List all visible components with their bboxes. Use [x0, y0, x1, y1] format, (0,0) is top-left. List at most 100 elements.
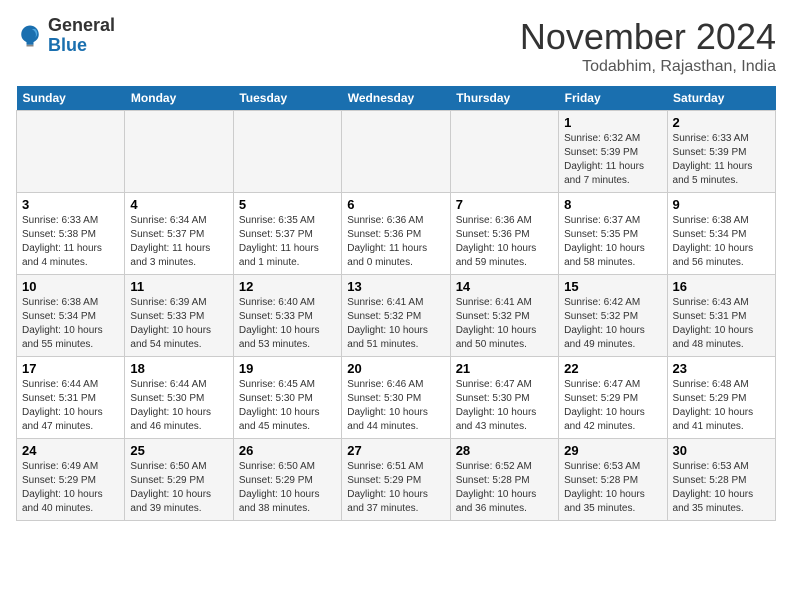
- day-info: Sunrise: 6:33 AMSunset: 5:38 PMDaylight:…: [22, 214, 119, 270]
- day-info: Sunrise: 6:38 AMSunset: 5:34 PMDaylight:…: [673, 214, 770, 270]
- day-number: 26: [239, 443, 336, 458]
- day-number: 8: [564, 197, 661, 212]
- day-info: Sunrise: 6:50 AMSunset: 5:29 PMDaylight:…: [239, 460, 336, 516]
- day-info: Sunrise: 6:40 AMSunset: 5:33 PMDaylight:…: [239, 296, 336, 352]
- day-info: Sunrise: 6:41 AMSunset: 5:32 PMDaylight:…: [347, 296, 444, 352]
- week-row-5: 24Sunrise: 6:49 AMSunset: 5:29 PMDayligh…: [17, 439, 776, 521]
- day-number: 22: [564, 361, 661, 376]
- day-cell: [125, 111, 233, 193]
- day-number: 14: [456, 279, 553, 294]
- day-info: Sunrise: 6:47 AMSunset: 5:29 PMDaylight:…: [564, 378, 661, 434]
- day-number: 30: [673, 443, 770, 458]
- day-info: Sunrise: 6:44 AMSunset: 5:30 PMDaylight:…: [130, 378, 227, 434]
- day-info: Sunrise: 6:33 AMSunset: 5:39 PMDaylight:…: [673, 132, 770, 188]
- day-cell: 7 Sunrise: 6:36 AMSunset: 5:36 PMDaylight…: [450, 193, 558, 275]
- day-info: Sunrise: 6:35 AMSunset: 5:37 PMDaylight:…: [239, 214, 336, 270]
- day-cell: 30Sunrise: 6:53 AMSunset: 5:28 PMDayligh…: [667, 439, 775, 521]
- day-cell: 29 Sunrise: 6:53 AMSunset: 5:28 PMDayligh…: [559, 439, 667, 521]
- calendar-table: SundayMondayTuesdayWednesdayThursdayFrid…: [16, 86, 776, 521]
- day-number: 24: [22, 443, 119, 458]
- day-info: Sunrise: 6:53 AMSunset: 5:28 PMDaylight:…: [564, 460, 661, 516]
- day-cell: 2Sunrise: 6:33 AMSunset: 5:39 PMDaylight…: [667, 111, 775, 193]
- day-cell: 28Sunrise: 6:52 AMSunset: 5:28 PMDayligh…: [450, 439, 558, 521]
- day-info: Sunrise: 6:32 AMSunset: 5:39 PMDaylight:…: [564, 132, 661, 188]
- day-cell: 5Sunrise: 6:35 AMSunset: 5:37 PMDaylight…: [233, 193, 341, 275]
- day-cell: 12 Sunrise: 6:40 AMSunset: 5:33 PMDayligh…: [233, 275, 341, 357]
- day-info: Sunrise: 6:38 AMSunset: 5:34 PMDaylight:…: [22, 296, 119, 352]
- day-cell: 6 Sunrise: 6:36 AMSunset: 5:36 PMDaylight…: [342, 193, 450, 275]
- day-info: Sunrise: 6:36 AMSunset: 5:36 PMDaylight:…: [456, 214, 553, 270]
- day-number: 29: [564, 443, 661, 458]
- weekday-header-monday: Monday: [125, 86, 233, 111]
- day-cell: 27 Sunrise: 6:51 AMSunset: 5:29 PMDayligh…: [342, 439, 450, 521]
- weekday-header-row: SundayMondayTuesdayWednesdayThursdayFrid…: [17, 86, 776, 111]
- day-number: 25: [130, 443, 227, 458]
- day-info: Sunrise: 6:50 AMSunset: 5:29 PMDaylight:…: [130, 460, 227, 516]
- weekday-header-thursday: Thursday: [450, 86, 558, 111]
- day-cell: 25 Sunrise: 6:50 AMSunset: 5:29 PMDayligh…: [125, 439, 233, 521]
- day-number: 3: [22, 197, 119, 212]
- week-row-3: 10Sunrise: 6:38 AMSunset: 5:34 PMDayligh…: [17, 275, 776, 357]
- weekday-header-friday: Friday: [559, 86, 667, 111]
- day-number: 9: [673, 197, 770, 212]
- day-cell: 1Sunrise: 6:32 AMSunset: 5:39 PMDaylight…: [559, 111, 667, 193]
- day-info: Sunrise: 6:41 AMSunset: 5:32 PMDaylight:…: [456, 296, 553, 352]
- day-cell: 3 Sunrise: 6:33 AMSunset: 5:38 PMDaylight…: [17, 193, 125, 275]
- day-cell: 13 Sunrise: 6:41 AMSunset: 5:32 PMDayligh…: [342, 275, 450, 357]
- day-info: Sunrise: 6:46 AMSunset: 5:30 PMDaylight:…: [347, 378, 444, 434]
- day-number: 13: [347, 279, 444, 294]
- week-row-4: 17 Sunrise: 6:44 AMSunset: 5:31 PMDayligh…: [17, 357, 776, 439]
- day-number: 28: [456, 443, 553, 458]
- logo-icon: [16, 22, 44, 50]
- day-cell: 22 Sunrise: 6:47 AMSunset: 5:29 PMDayligh…: [559, 357, 667, 439]
- day-cell: 11Sunrise: 6:39 AMSunset: 5:33 PMDayligh…: [125, 275, 233, 357]
- day-number: 16: [673, 279, 770, 294]
- day-info: Sunrise: 6:43 AMSunset: 5:31 PMDaylight:…: [673, 296, 770, 352]
- month-title: November 2024: [520, 16, 776, 58]
- logo: General Blue: [16, 16, 115, 56]
- day-cell: [233, 111, 341, 193]
- day-info: Sunrise: 6:42 AMSunset: 5:32 PMDaylight:…: [564, 296, 661, 352]
- day-cell: 4Sunrise: 6:34 AMSunset: 5:37 PMDaylight…: [125, 193, 233, 275]
- day-info: Sunrise: 6:39 AMSunset: 5:33 PMDaylight:…: [130, 296, 227, 352]
- day-cell: 15 Sunrise: 6:42 AMSunset: 5:32 PMDayligh…: [559, 275, 667, 357]
- day-cell: 23Sunrise: 6:48 AMSunset: 5:29 PMDayligh…: [667, 357, 775, 439]
- day-number: 7: [456, 197, 553, 212]
- day-number: 20: [347, 361, 444, 376]
- day-number: 12: [239, 279, 336, 294]
- day-cell: 10Sunrise: 6:38 AMSunset: 5:34 PMDayligh…: [17, 275, 125, 357]
- day-cell: [450, 111, 558, 193]
- day-number: 17: [22, 361, 119, 376]
- day-cell: 21 Sunrise: 6:47 AMSunset: 5:30 PMDayligh…: [450, 357, 558, 439]
- day-info: Sunrise: 6:45 AMSunset: 5:30 PMDaylight:…: [239, 378, 336, 434]
- weekday-header-saturday: Saturday: [667, 86, 775, 111]
- day-info: Sunrise: 6:34 AMSunset: 5:37 PMDaylight:…: [130, 214, 227, 270]
- weekday-header-tuesday: Tuesday: [233, 86, 341, 111]
- week-row-2: 3 Sunrise: 6:33 AMSunset: 5:38 PMDaylight…: [17, 193, 776, 275]
- weekday-header-wednesday: Wednesday: [342, 86, 450, 111]
- day-number: 6: [347, 197, 444, 212]
- day-number: 23: [673, 361, 770, 376]
- day-cell: 8 Sunrise: 6:37 AMSunset: 5:35 PMDaylight…: [559, 193, 667, 275]
- title-area: November 2024 Todabhim, Rajasthan, India: [520, 16, 776, 76]
- day-info: Sunrise: 6:51 AMSunset: 5:29 PMDaylight:…: [347, 460, 444, 516]
- day-cell: 24Sunrise: 6:49 AMSunset: 5:29 PMDayligh…: [17, 439, 125, 521]
- day-number: 21: [456, 361, 553, 376]
- weekday-header-sunday: Sunday: [17, 86, 125, 111]
- day-cell: [17, 111, 125, 193]
- header: General Blue November 2024 Todabhim, Raj…: [16, 16, 776, 76]
- day-cell: 17 Sunrise: 6:44 AMSunset: 5:31 PMDayligh…: [17, 357, 125, 439]
- day-info: Sunrise: 6:47 AMSunset: 5:30 PMDaylight:…: [456, 378, 553, 434]
- day-cell: 9 Sunrise: 6:38 AMSunset: 5:34 PMDaylight…: [667, 193, 775, 275]
- day-info: Sunrise: 6:36 AMSunset: 5:36 PMDaylight:…: [347, 214, 444, 270]
- day-number: 27: [347, 443, 444, 458]
- day-cell: 20 Sunrise: 6:46 AMSunset: 5:30 PMDayligh…: [342, 357, 450, 439]
- week-row-1: 1Sunrise: 6:32 AMSunset: 5:39 PMDaylight…: [17, 111, 776, 193]
- day-info: Sunrise: 6:44 AMSunset: 5:31 PMDaylight:…: [22, 378, 119, 434]
- day-number: 18: [130, 361, 227, 376]
- day-info: Sunrise: 6:37 AMSunset: 5:35 PMDaylight:…: [564, 214, 661, 270]
- day-cell: 26 Sunrise: 6:50 AMSunset: 5:29 PMDayligh…: [233, 439, 341, 521]
- day-number: 19: [239, 361, 336, 376]
- day-cell: 18 Sunrise: 6:44 AMSunset: 5:30 PMDayligh…: [125, 357, 233, 439]
- day-number: 15: [564, 279, 661, 294]
